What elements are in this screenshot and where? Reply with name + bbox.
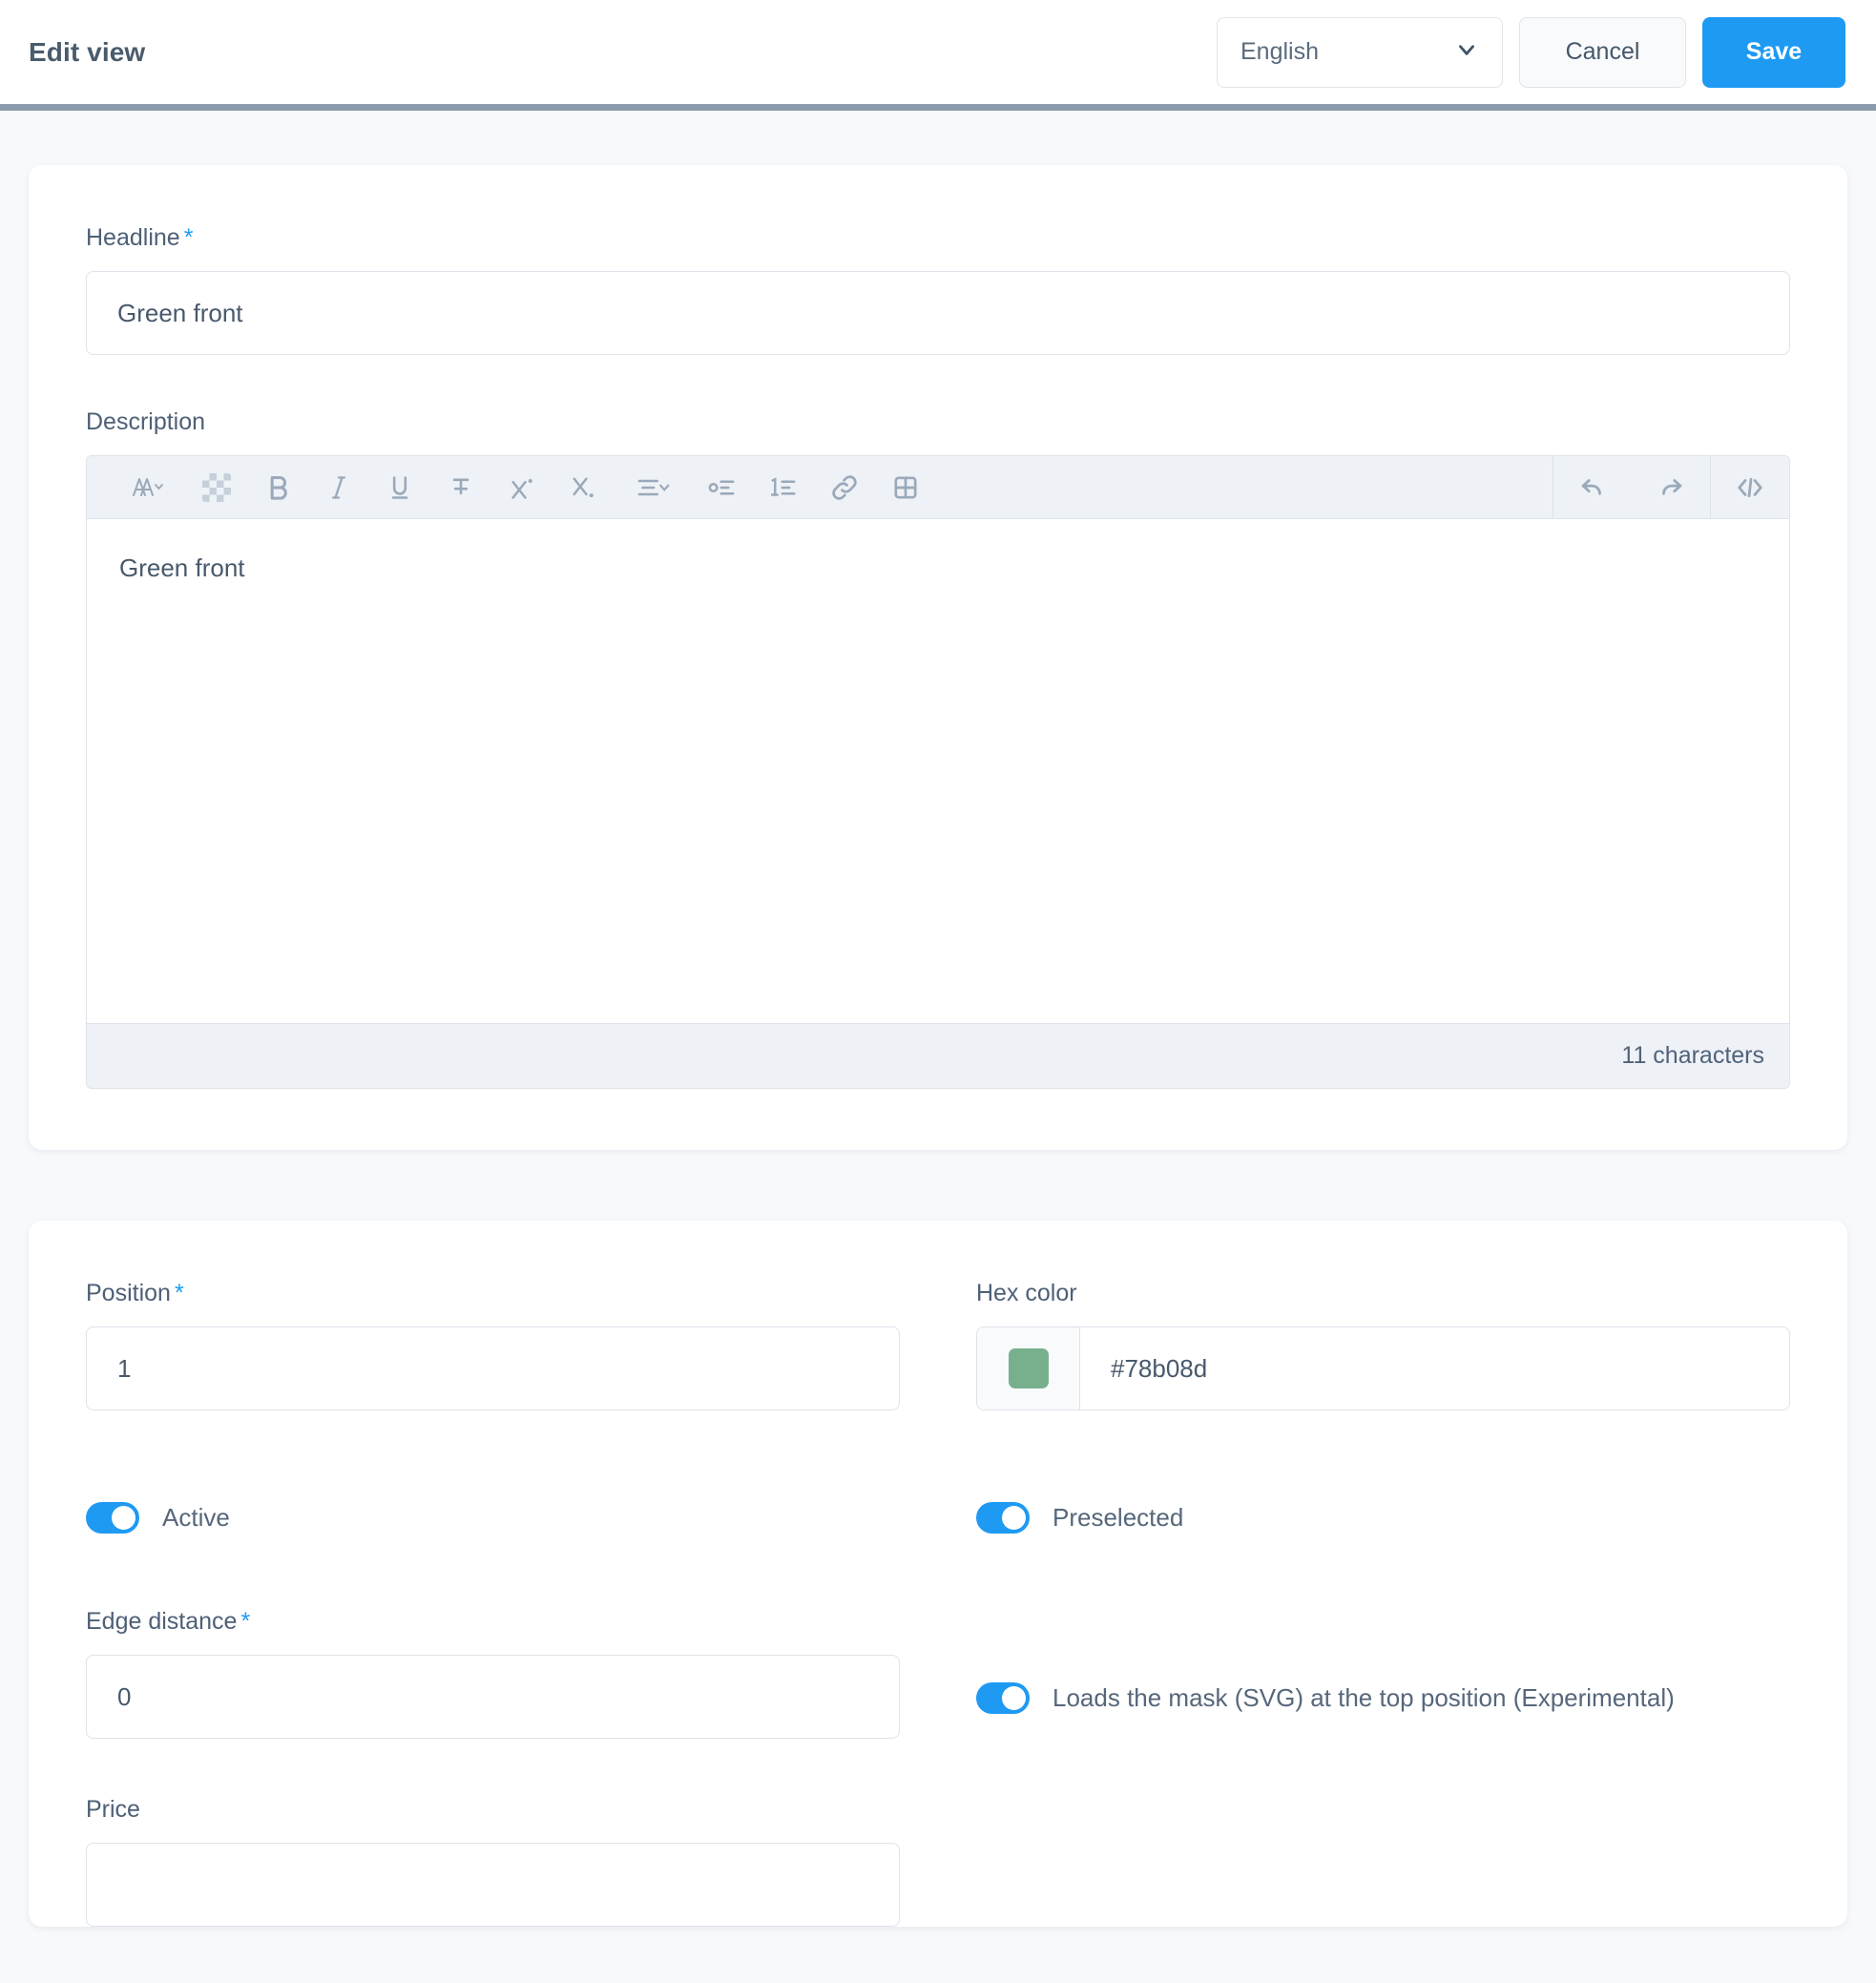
align-icon[interactable]	[614, 456, 692, 519]
required-asterisk: *	[174, 1280, 184, 1306]
editor-content-area[interactable]: Green front	[87, 519, 1789, 1023]
color-picker-button[interactable]	[977, 1327, 1080, 1409]
save-button[interactable]: Save	[1702, 16, 1845, 88]
numbered-list-icon[interactable]	[753, 456, 814, 519]
active-toggle[interactable]	[86, 1502, 139, 1534]
app-header: Edit view English Cancel Save	[0, 0, 1876, 104]
underline-icon[interactable]	[369, 456, 430, 519]
position-label: Position *	[86, 1280, 900, 1307]
description-label: Description	[86, 408, 206, 435]
edge-distance-label-text: Edge distance	[86, 1608, 238, 1635]
description-field: Description Green front 11 characters	[86, 408, 1790, 1089]
superscript-icon[interactable]	[491, 456, 552, 519]
bold-icon[interactable]	[247, 456, 308, 519]
price-input[interactable]	[86, 1843, 900, 1927]
price-label: Price	[86, 1796, 140, 1823]
edge-distance-field: Edge distance *	[86, 1608, 900, 1739]
hex-color-input[interactable]	[1080, 1327, 1789, 1409]
strikethrough-icon[interactable]	[430, 456, 491, 519]
toggle-knob	[112, 1506, 135, 1530]
color-swatch	[1008, 1348, 1049, 1388]
header-divider	[0, 104, 1876, 111]
svg-mask-toggle-label: Loads the mask (SVG) at the top position…	[1053, 1683, 1675, 1712]
settings-card: Position* Hex color Active	[29, 1221, 1847, 1927]
bullet-list-icon[interactable]	[692, 456, 753, 519]
chevron-down-icon	[1454, 37, 1479, 67]
preselected-toggle-label: Preselected	[1053, 1503, 1184, 1532]
background-color-icon[interactable]	[186, 456, 247, 519]
general-info-card: Headline* Description	[29, 165, 1847, 1150]
svg-mask-toggle-row: Loads the mask (SVG) at the top position…	[976, 1682, 1790, 1714]
page-title: Edit view	[29, 36, 146, 67]
headline-field: Headline *	[86, 224, 1790, 355]
editor-toolbar-left	[87, 456, 1553, 518]
undo-icon[interactable]	[1553, 456, 1632, 519]
link-icon[interactable]	[814, 456, 875, 519]
toggle-knob	[1002, 1686, 1026, 1710]
language-select[interactable]: English	[1217, 16, 1503, 88]
character-count: 11 characters	[1621, 1042, 1764, 1069]
active-toggle-label: Active	[162, 1503, 230, 1532]
font-style-icon[interactable]	[108, 456, 186, 519]
hex-color-input-group	[976, 1326, 1790, 1410]
settings-grid-row-1: Position* Hex color	[86, 1280, 1790, 1410]
editor-footer: 11 characters	[87, 1023, 1789, 1088]
rich-text-editor: Green front 11 characters	[86, 455, 1790, 1089]
price-field: Price	[86, 1796, 900, 1927]
code-view-icon[interactable]	[1711, 456, 1789, 519]
cancel-button[interactable]: Cancel	[1519, 16, 1686, 88]
position-label-text: Position	[86, 1280, 171, 1306]
header-actions: English Cancel Save	[1217, 16, 1845, 88]
active-toggle-row: Active	[86, 1502, 900, 1534]
position-field: Position *	[86, 1280, 900, 1410]
edge-distance-label: Edge distance *	[86, 1608, 900, 1636]
italic-icon[interactable]	[308, 456, 369, 519]
page-content: Headline* Description	[0, 165, 1876, 1927]
editor-paragraph: Green front	[119, 553, 245, 582]
edge-distance-input[interactable]	[86, 1655, 900, 1739]
hex-color-field: Hex color	[976, 1280, 1790, 1410]
toggle-knob	[1002, 1506, 1026, 1530]
required-asterisk: *	[240, 1608, 251, 1635]
headline-label-text: Headline	[86, 224, 180, 251]
headline-input[interactable]	[86, 271, 1790, 355]
subscript-icon[interactable]	[552, 456, 614, 519]
editor-toolbar-right	[1553, 456, 1789, 518]
settings-grid-row-4: Price	[86, 1796, 1790, 1927]
table-icon[interactable]	[875, 456, 936, 519]
preselected-toggle[interactable]	[976, 1502, 1030, 1534]
settings-grid-row-2: Active Preselected	[86, 1502, 1790, 1534]
headline-label: Headline *	[86, 224, 1790, 252]
editor-toolbar	[87, 456, 1789, 519]
preselected-toggle-row: Preselected	[976, 1502, 1790, 1534]
color-swatch-checker	[202, 472, 231, 502]
required-asterisk: *	[183, 224, 194, 251]
hex-color-label: Hex color	[976, 1280, 1077, 1306]
position-input[interactable]	[86, 1326, 900, 1410]
redo-icon[interactable]	[1632, 456, 1710, 519]
settings-grid-row-3: Edge distance* Loads the mask (SVG) at t…	[86, 1608, 1790, 1739]
svg-mask-toggle[interactable]	[976, 1682, 1030, 1714]
language-select-value: English	[1240, 38, 1319, 65]
svg-mask-toggle-block: Loads the mask (SVG) at the top position…	[976, 1608, 1790, 1739]
